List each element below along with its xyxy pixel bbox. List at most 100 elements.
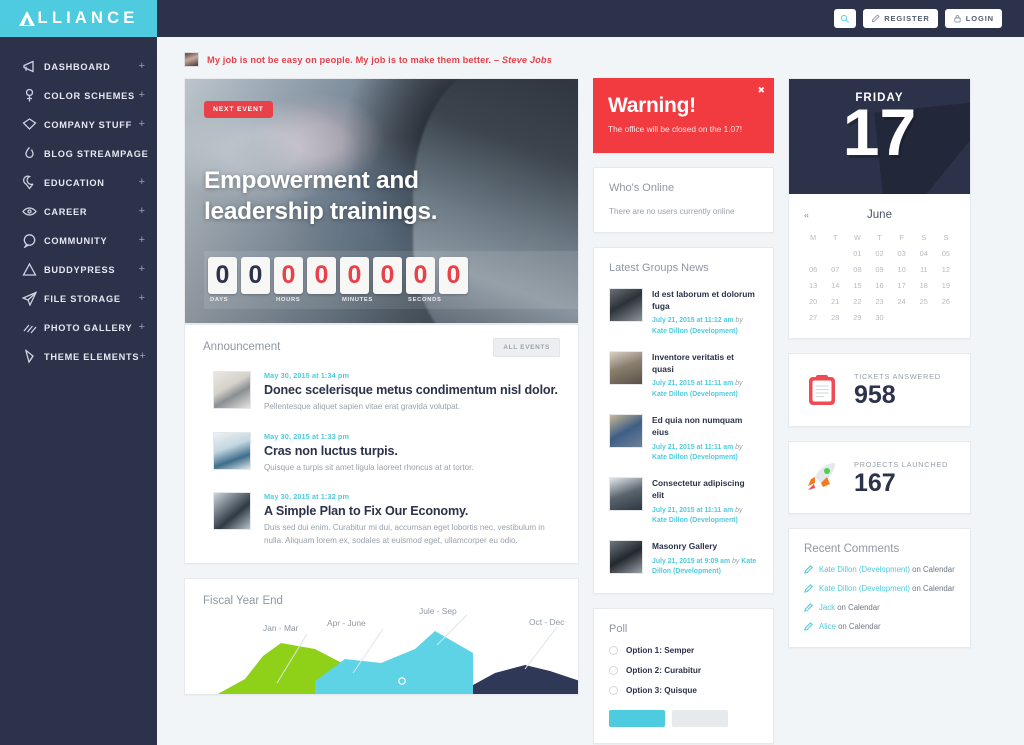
sidebar-item-color-schemes[interactable]: COLOR SCHEMES + [0, 81, 157, 110]
calendar-day-cell[interactable]: 20 [802, 297, 824, 306]
results-button[interactable] [672, 710, 728, 728]
main-area: REGISTER LOGIN My job is not be easy on … [157, 0, 1024, 745]
groups-news-title[interactable]: Inventore veritatis et quasi [652, 351, 758, 375]
vote-button[interactable] [609, 710, 665, 728]
groups-news-title[interactable]: Consectetur adipiscing elit [652, 477, 758, 501]
calendar-day-cell[interactable]: 11 [913, 265, 935, 274]
calendar-day-cell[interactable]: 27 [802, 313, 824, 322]
groups-news-title[interactable]: Masonry Gallery [652, 540, 758, 552]
recent-comments-title: Recent Comments [804, 543, 900, 555]
calendar-day-cell[interactable]: 04 [913, 249, 935, 258]
recent-comment-item[interactable]: Alice on Calendar [804, 622, 955, 631]
poll-option[interactable]: Option 2: Curabitur [609, 666, 758, 676]
calendar-day-cell[interactable]: 15 [846, 281, 868, 290]
calendar-day-cell[interactable]: 13 [802, 281, 824, 290]
recent-comment-item[interactable]: Kate Dillon (Development) on Calendar [804, 584, 955, 593]
search-button[interactable] [834, 9, 857, 28]
calendar-day-cell[interactable]: 29 [846, 313, 868, 322]
calendar-day-cell[interactable]: 25 [913, 297, 935, 306]
calendar-day-cell[interactable]: 14 [824, 281, 846, 290]
countdown-digit: 0 [274, 257, 303, 294]
comment-author[interactable]: Kate Dillon (Development) [819, 584, 910, 593]
login-button[interactable]: LOGIN [944, 9, 1002, 28]
sidebar-item-dashboard[interactable]: DASHBOARD + [0, 52, 157, 81]
expand-icon[interactable]: + [139, 264, 145, 275]
sidebar-item-community[interactable]: COMMUNITY + [0, 226, 157, 255]
calendar-day-cell[interactable]: 26 [935, 297, 957, 306]
calendar-day-cell[interactable]: 09 [868, 265, 890, 274]
groups-news-item[interactable]: Masonry Gallery July 21, 2015 at 9:09 am … [609, 540, 758, 577]
calendar-day-cell[interactable]: 28 [824, 313, 846, 322]
calendar-day-cell[interactable]: 02 [868, 249, 890, 258]
comment-target[interactable]: Calendar [848, 603, 880, 612]
announcement-headline[interactable]: A Simple Plan to Fix Our Economy. [264, 504, 560, 518]
calendar-day-cell[interactable]: 01 [846, 249, 868, 258]
expand-icon[interactable]: + [139, 119, 145, 130]
expand-icon[interactable]: + [139, 293, 145, 304]
calendar-day-cell[interactable]: 07 [824, 265, 846, 274]
logo[interactable]: LLIANCE [0, 0, 157, 37]
calendar-day-cell[interactable]: 18 [913, 281, 935, 290]
calendar-day-cell[interactable]: 03 [891, 249, 913, 258]
comment-target[interactable]: Calendar [923, 584, 955, 593]
register-button[interactable]: REGISTER [863, 9, 938, 28]
calendar-day-cell[interactable]: 17 [891, 281, 913, 290]
expand-icon[interactable]: + [139, 235, 145, 246]
calendar-day-cell[interactable]: 10 [891, 265, 913, 274]
all-events-button[interactable]: ALL EVENTS [493, 338, 560, 357]
hero-banner[interactable]: NEXT EVENT Empowerment and leadership tr… [184, 78, 579, 324]
calendar-day-cell[interactable]: 21 [824, 297, 846, 306]
comment-author[interactable]: Jack [819, 603, 835, 612]
sidebar-item-file-storage[interactable]: FILE STORAGE + [0, 284, 157, 313]
calendar-day-cell[interactable]: 24 [891, 297, 913, 306]
calendar-day-cell[interactable]: 12 [935, 265, 957, 274]
groups-news-title[interactable]: Id est laborum et dolorum fuga [652, 288, 758, 312]
radio-button[interactable] [609, 646, 618, 656]
sidebar-item-buddypress[interactable]: BUDDYPRESS + [0, 255, 157, 284]
calendar-day-cell[interactable]: 19 [935, 281, 957, 290]
poll-option[interactable]: Option 3: Quisque [609, 686, 758, 696]
radio-button[interactable] [609, 666, 618, 676]
sidebar-item-company-stuff[interactable]: COMPANY STUFF + [0, 110, 157, 139]
comment-author[interactable]: Kate Dillon (Development) [819, 565, 910, 574]
expand-icon[interactable]: + [139, 90, 145, 101]
sidebar-item-career[interactable]: CAREER + [0, 197, 157, 226]
warning-banner: ✖ Warning! The office will be closed on … [593, 78, 774, 153]
groups-news-item[interactable]: Id est laborum et dolorum fuga July 21, 2… [609, 288, 758, 337]
announcement-item[interactable]: May 30, 2015 at 1:32 pm A Simple Plan to … [203, 492, 560, 547]
groups-news-item[interactable]: Consectetur adipiscing elit July 21, 2015… [609, 477, 758, 526]
sidebar-item-blog-streampage[interactable]: BLOG STREAMPAGE [0, 139, 157, 168]
recent-comment-item[interactable]: Jack on Calendar [804, 603, 955, 612]
calendar-day-cell[interactable]: 08 [846, 265, 868, 274]
expand-icon[interactable]: + [139, 177, 145, 188]
groups-news-title[interactable]: Ed quia non numquam eius [652, 414, 758, 438]
expand-icon[interactable]: + [139, 322, 145, 333]
expand-icon[interactable]: + [139, 206, 145, 217]
expand-icon[interactable]: + [139, 61, 145, 72]
calendar-day-cell[interactable]: 22 [846, 297, 868, 306]
comment-target[interactable]: Calendar [923, 565, 955, 574]
groups-news-item[interactable]: Inventore veritatis et quasi July 21, 201… [609, 351, 758, 400]
calendar-day-cell[interactable]: 05 [935, 249, 957, 258]
calendar-prev-icon[interactable]: « [804, 210, 809, 220]
announcement-item[interactable]: May 30, 2015 at 1:33 pm Cras non luctus t… [203, 431, 560, 475]
sidebar-item-theme-elements[interactable]: THEME ELEMENTS + [0, 342, 157, 371]
close-icon[interactable]: ✖ [757, 85, 765, 96]
calendar-day-cell[interactable]: 16 [868, 281, 890, 290]
calendar-day-cell[interactable]: 30 [868, 313, 890, 322]
comment-author[interactable]: Alice [819, 622, 836, 631]
recent-comment-item[interactable]: Kate Dillon (Development) on Calendar [804, 565, 955, 574]
radio-button[interactable] [609, 686, 618, 696]
poll-option[interactable]: Option 1: Semper [609, 646, 758, 656]
announcement-headline[interactable]: Cras non luctus turpis. [264, 444, 560, 458]
calendar-day-cell[interactable]: 06 [802, 265, 824, 274]
calendar-day-cell[interactable]: 23 [868, 297, 890, 306]
sidebar-item-photo-gallery[interactable]: PHOTO GALLERY + [0, 313, 157, 342]
sidebar-item-education[interactable]: EDUCATION + [0, 168, 157, 197]
expand-icon[interactable]: + [139, 351, 145, 362]
announcement-headline[interactable]: Donec scelerisque metus condimentum nisl… [264, 383, 560, 397]
fiscal-chart-card: Fiscal Year End Jan - Mar Apr - June Jul… [184, 578, 579, 696]
groups-news-item[interactable]: Ed quia non numquam eius July 21, 2015 at… [609, 414, 758, 463]
comment-target[interactable]: Calendar [849, 622, 881, 631]
announcement-item[interactable]: May 30, 2015 at 1:34 pm Donec scelerisque… [203, 371, 560, 414]
